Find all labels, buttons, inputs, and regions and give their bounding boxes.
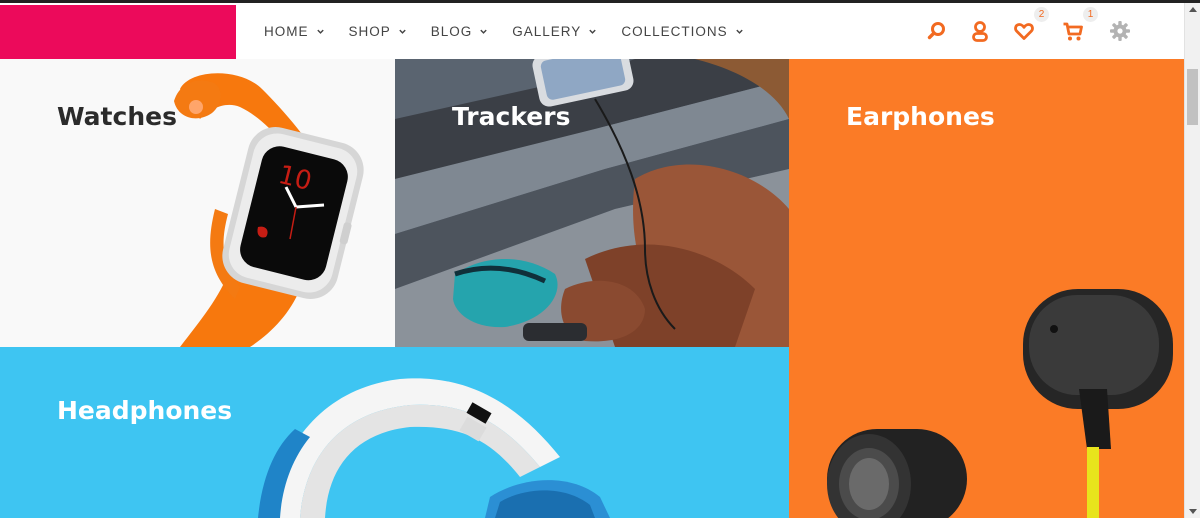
category-tile-earphones[interactable]: Earphones [789,59,1184,518]
wishlist-count-badge: 2 [1034,7,1049,22]
chevron-down-icon [316,27,325,36]
scroll-up-arrow-icon[interactable] [1189,7,1197,12]
chevron-down-icon [588,27,597,36]
cart-count-badge: 1 [1083,7,1098,22]
category-tile-watches[interactable]: 10 Watches [0,59,395,347]
chevron-down-icon [479,27,488,36]
nav-item-label: BLOG [430,23,473,39]
site-logo[interactable] [0,5,236,59]
headphones-image [258,378,610,518]
heart-icon[interactable]: 2 [1012,7,1049,43]
vertical-scrollbar[interactable] [1184,3,1200,518]
search-icon[interactable] [925,19,949,43]
category-title: Watches [57,102,177,131]
category-grid: 10 Watches Trackers Earphones Headphones [0,59,1184,518]
scrollbar-thumb[interactable] [1187,69,1198,125]
nav-item-collections[interactable]: COLLECTIONS [621,24,743,39]
nav-item-label: SHOP [348,23,391,39]
chevron-down-icon [398,27,407,36]
nav-item-label: COLLECTIONS [621,23,728,39]
nav-item-gallery[interactable]: GALLERY [512,24,597,39]
nav-item-shop[interactable]: SHOP [349,24,407,39]
category-title: Headphones [57,396,233,425]
nav-item-blog[interactable]: BLOG [431,24,489,39]
site-header: HOME SHOP BLOG GALLERY COLLECTIONS 2 1 [0,3,1184,59]
gear-icon[interactable] [1108,19,1132,43]
user-icon[interactable] [968,19,992,43]
chevron-down-icon [735,27,744,36]
category-title: Earphones [846,102,995,131]
category-tile-trackers[interactable]: Trackers [395,59,789,347]
category-tile-headphones[interactable]: Headphones [0,347,789,518]
header-actions: 2 1 [925,3,1145,59]
nav-item-label: HOME [264,23,309,39]
main-nav: HOME SHOP BLOG GALLERY COLLECTIONS [264,3,768,59]
nav-item-label: GALLERY [512,23,582,39]
category-title: Trackers [452,102,571,131]
scroll-down-arrow-icon[interactable] [1189,509,1197,514]
nav-item-home[interactable]: HOME [264,24,325,39]
cart-icon[interactable]: 1 [1061,7,1098,43]
